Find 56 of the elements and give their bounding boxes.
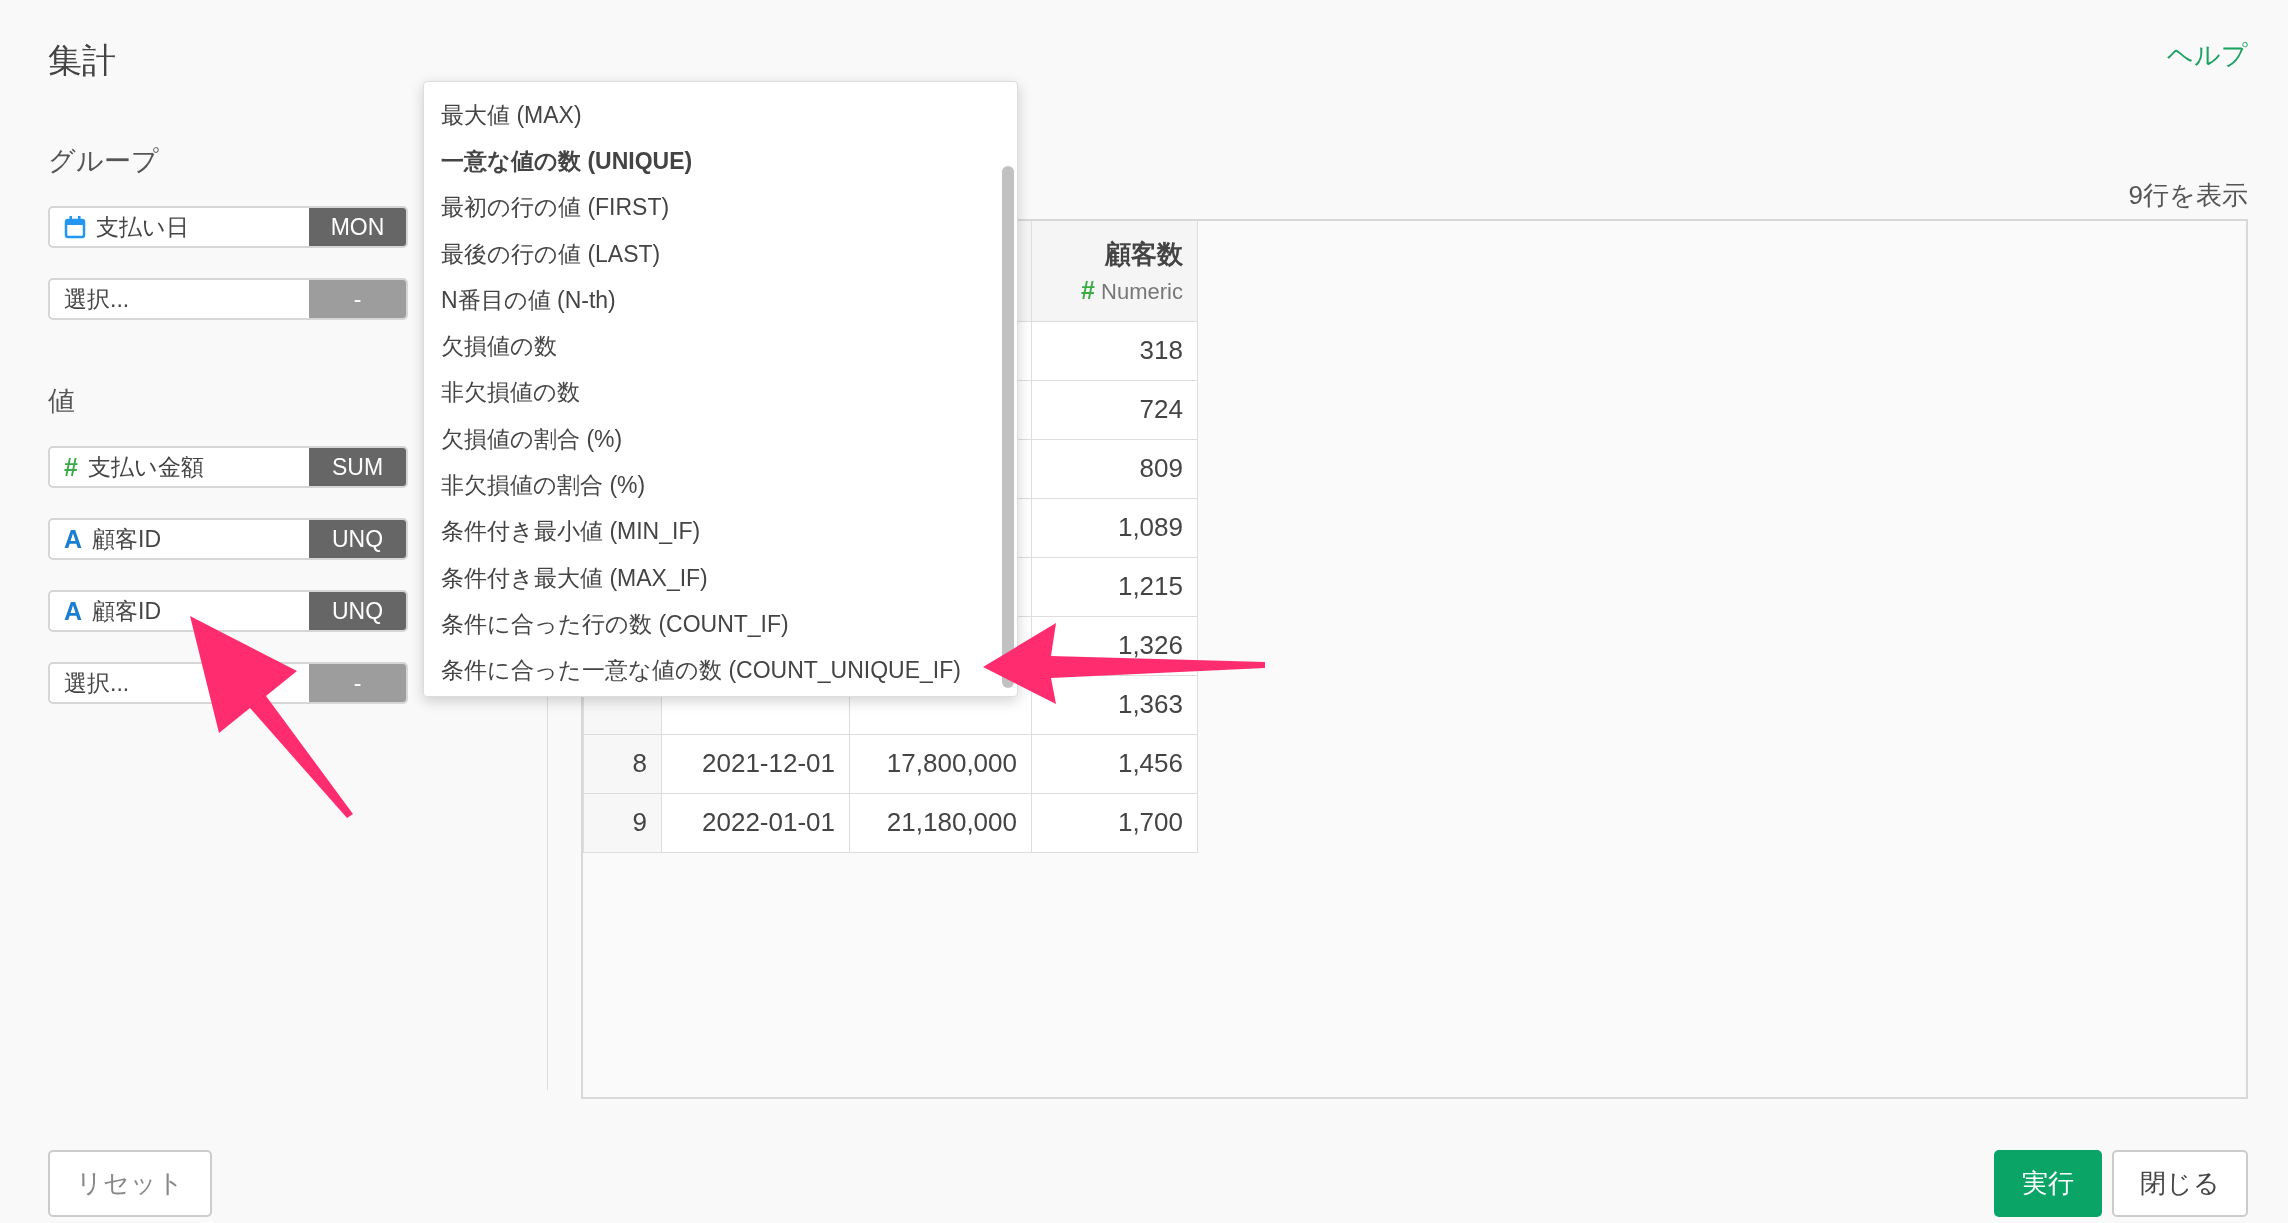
page-title: 集計 [48, 40, 116, 81]
column-selector[interactable]: A 顧客ID UNQ [48, 518, 408, 560]
function-button[interactable]: SUM [309, 448, 406, 486]
menu-item[interactable]: 最後の行の値 (LAST) [424, 230, 661, 278]
table-cell: 1,456 [1031, 734, 1198, 793]
column-selector[interactable]: A 顧客ID UNQ [48, 590, 408, 632]
section-label: 値 [48, 385, 76, 418]
text-type-icon: A [64, 596, 83, 626]
close-button[interactable]: 閉じる [2112, 1150, 2248, 1217]
column-name: 顧客ID [92, 524, 162, 554]
menu-item[interactable]: 条件に合った行の数 (COUNT_IF) [424, 601, 789, 648]
menu-item[interactable]: 非欠損値の数 [424, 369, 580, 417]
column-name: 顧客ID [92, 596, 162, 626]
column-type: Numeric [1100, 278, 1183, 304]
text-type-icon: A [64, 524, 83, 554]
numeric-type-icon: # [64, 452, 78, 482]
menu-item[interactable]: 条件付き最小値 (MIN_IF) [424, 508, 701, 555]
table-cell: 809 [1031, 439, 1198, 498]
row-count: 9行を表示 [2128, 179, 2248, 212]
row-number: 8 [583, 734, 662, 793]
section-label: グループ [48, 145, 160, 178]
placeholder-text: 選択... [64, 668, 130, 698]
column-name: 支払い日 [96, 212, 189, 242]
menu-item[interactable]: 条件付き最大値 (MAX_IF) [424, 554, 708, 602]
menu-item[interactable]: 一意な値の数 (UNIQUE) [424, 138, 693, 185]
menu-item[interactable]: 最大値 (MAX) [424, 92, 582, 139]
menu-item[interactable]: 欠損値の割合 (%) [424, 416, 623, 463]
table-cell: 1,700 [1031, 793, 1198, 852]
row-number: 9 [583, 793, 662, 852]
menu-item[interactable]: 欠損値の数 [424, 323, 557, 370]
menu-item[interactable]: 非欠損値の割合 (%) [424, 462, 646, 509]
table-cell: 318 [1031, 321, 1198, 380]
column-selector[interactable]: # 支払い金額 SUM [48, 446, 408, 488]
menu-item[interactable]: 最初の行の値 (FIRST) [424, 184, 670, 231]
table-cell: 17,800,000 [849, 734, 1032, 793]
column-title: 顧客数 [1103, 237, 1183, 271]
numeric-type-icon: # [1081, 275, 1095, 304]
table-cell: 724 [1031, 380, 1198, 439]
menu-item[interactable]: N番目の値 (N-th) [424, 277, 616, 324]
column-name: 支払い金額 [87, 452, 204, 482]
reset-button[interactable]: リセット [48, 1150, 212, 1217]
table-cell: 2021-12-01 [661, 734, 850, 793]
table-cell: 21,180,000 [849, 793, 1032, 852]
menu-item[interactable]: 条件に合った一意な値の数 (COUNT_UNIQUE_IF) [424, 647, 961, 694]
table-cell: 1,215 [1031, 557, 1198, 616]
placeholder-text: 選択... [64, 284, 130, 314]
calendar-icon [64, 215, 86, 239]
scrollbar-thumb[interactable] [1002, 166, 1014, 688]
function-button[interactable]: UNQ [309, 520, 406, 558]
table-cell: 2022-01-01 [661, 793, 850, 852]
table-cell: 1,363 [1031, 675, 1198, 734]
function-button[interactable]: UNQ [309, 592, 406, 630]
column-selector[interactable]: 支払い日 MON [48, 206, 408, 248]
table-cell: 1,089 [1031, 498, 1198, 557]
column-selector[interactable]: 選択... - [48, 278, 408, 320]
function-button[interactable]: MON [309, 208, 406, 246]
